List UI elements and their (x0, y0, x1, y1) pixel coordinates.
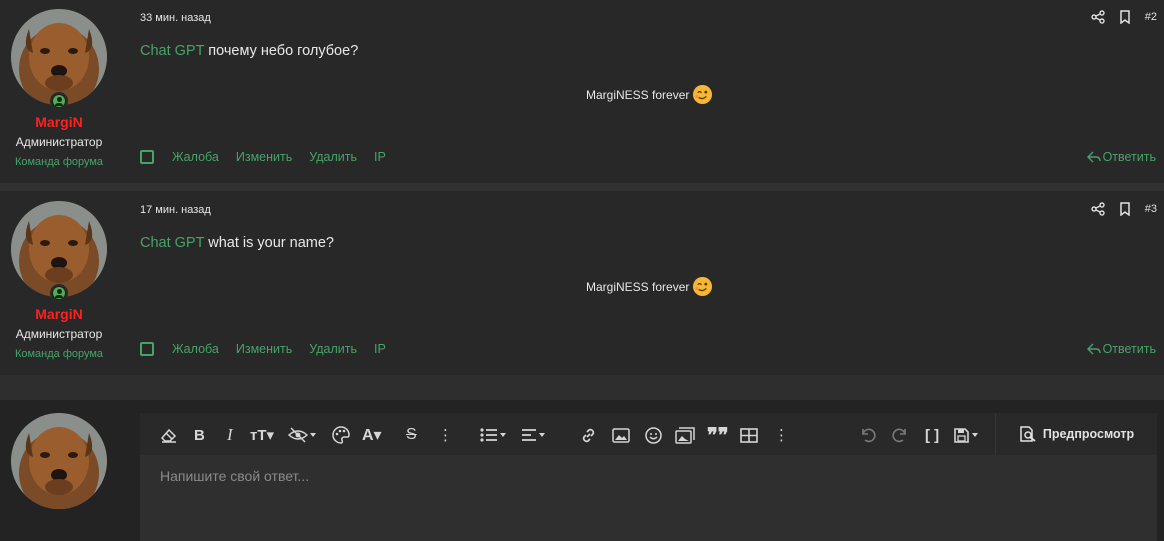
author-name[interactable]: MargiN (0, 306, 118, 322)
editor-toolbar: B I тT▾ A▾ S ⋮ ❞❞ ⋮ [ ] Предпросмотр (140, 413, 1157, 455)
reply-label: Ответить (1102, 150, 1156, 164)
reply-input[interactable]: Напишите свой ответ... (160, 468, 309, 484)
share-icon[interactable] (1091, 10, 1105, 24)
table-icon[interactable] (740, 425, 758, 445)
post-actions: Жалоба Изменить Удалить IP (140, 150, 403, 164)
reply-button[interactable]: Ответить (1086, 150, 1156, 164)
author-team-badge: Команда форума (14, 348, 104, 360)
current-user-avatar[interactable] (11, 413, 107, 509)
author-role: Администратор (15, 135, 103, 149)
online-status-icon (50, 92, 68, 110)
drafts-icon[interactable] (953, 425, 981, 445)
hide-icon[interactable] (288, 425, 318, 445)
signature: MargiNESS forever (586, 276, 713, 297)
more-icon[interactable]: ⋮ (774, 425, 789, 445)
edit-link[interactable]: Изменить (236, 342, 292, 356)
post-number[interactable]: #3 (1145, 203, 1157, 215)
mention-link[interactable]: Chat GPT (140, 235, 204, 251)
post: MargiN Администратор Команда форума 33 м… (0, 0, 1164, 183)
reply-button[interactable]: Ответить (1086, 342, 1156, 356)
post-number[interactable]: #2 (1145, 11, 1157, 23)
reply-icon (1086, 343, 1101, 355)
edit-link[interactable]: Изменить (236, 150, 292, 164)
delete-link[interactable]: Удалить (309, 342, 357, 356)
strike-icon[interactable]: S (406, 425, 417, 445)
author-role: Администратор (15, 327, 103, 341)
ip-link[interactable]: IP (374, 342, 386, 356)
text-size-icon[interactable]: тT▾ (250, 425, 274, 445)
signature: MargiNESS forever (586, 84, 713, 105)
post-body: Chat GPT почему небо голубое? (140, 43, 358, 59)
more-icon[interactable]: ⋮ (438, 425, 453, 445)
redo-icon[interactable] (891, 425, 909, 445)
ip-link[interactable]: IP (374, 150, 386, 164)
bold-icon[interactable]: B (194, 425, 205, 445)
post-text: почему небо голубое? (208, 43, 359, 59)
online-status-icon (50, 284, 68, 302)
link-icon[interactable] (580, 425, 597, 445)
mention-link[interactable]: Chat GPT (140, 43, 204, 59)
font-icon[interactable]: A▾ (362, 425, 382, 445)
smilie-icon[interactable] (645, 425, 662, 445)
post-text: what is your name? (208, 235, 334, 251)
italic-icon[interactable]: I (227, 425, 233, 445)
author-name[interactable]: MargiN (0, 114, 118, 130)
post-time[interactable]: 17 мин. назад (140, 204, 211, 216)
wink-emoji-icon (693, 84, 713, 105)
media-icon[interactable] (675, 425, 695, 445)
post-actions: Жалоба Изменить Удалить IP (140, 342, 403, 356)
bbcode-icon[interactable]: [ ] (925, 425, 939, 445)
select-checkbox[interactable] (140, 150, 154, 164)
undo-icon[interactable] (859, 425, 877, 445)
wink-emoji-icon (693, 276, 713, 297)
post-divider (0, 183, 1164, 191)
share-icon[interactable] (1091, 202, 1105, 216)
align-icon[interactable] (521, 425, 549, 445)
report-link[interactable]: Жалоба (172, 342, 219, 356)
reply-label: Ответить (1102, 342, 1156, 356)
preview-label: Предпросмотр (1042, 427, 1135, 441)
bookmark-icon[interactable] (1119, 10, 1131, 24)
avatar[interactable] (11, 201, 107, 297)
preview-icon (1020, 426, 1036, 442)
list-icon[interactable] (480, 425, 508, 445)
signature-text: MargiNESS forever (586, 87, 690, 102)
post-body: Chat GPT what is your name? (140, 235, 334, 251)
delete-link[interactable]: Удалить (309, 150, 357, 164)
author-team-badge: Команда форума (14, 156, 104, 168)
bookmark-icon[interactable] (1119, 202, 1131, 216)
section-divider (0, 375, 1164, 400)
image-icon[interactable] (612, 425, 630, 445)
reply-editor: B I тT▾ A▾ S ⋮ ❞❞ ⋮ [ ] Предпросмотр Нап… (140, 413, 1157, 541)
eraser-icon[interactable] (160, 425, 177, 445)
post-time[interactable]: 33 мин. назад (140, 12, 211, 24)
avatar[interactable] (11, 9, 107, 105)
post-top-icons: #3 (1091, 202, 1157, 216)
color-icon[interactable] (332, 425, 350, 445)
signature-text: MargiNESS forever (586, 279, 690, 294)
report-link[interactable]: Жалоба (172, 150, 219, 164)
preview-button[interactable]: Предпросмотр (995, 413, 1157, 455)
reply-icon (1086, 151, 1101, 163)
select-checkbox[interactable] (140, 342, 154, 356)
post-top-icons: #2 (1091, 10, 1157, 24)
post: MargiN Администратор Команда форума 17 м… (0, 191, 1164, 375)
quote-icon[interactable]: ❞❞ (707, 425, 729, 447)
